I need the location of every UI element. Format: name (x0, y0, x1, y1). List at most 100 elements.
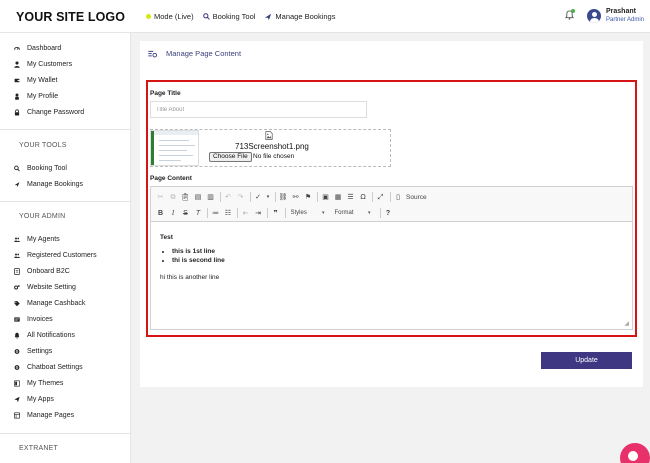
site-logo[interactable]: YOUR SITE LOGO (16, 10, 125, 24)
thumbnail-header (154, 131, 198, 135)
user-role: Partner Admin (606, 17, 645, 23)
copy-icon[interactable]: ⧉ (168, 192, 179, 203)
content-bullet-list: this is 1st line thi is second line (172, 248, 322, 266)
nav-booking-tool[interactable]: Booking Tool (202, 12, 255, 21)
mode-live-toggle[interactable]: Mode (Live) (146, 12, 194, 21)
redo-icon[interactable]: ↷ (235, 192, 246, 203)
maximize-icon[interactable]: ⤢ (375, 192, 386, 203)
sidebar-item-label: My Apps (27, 396, 54, 403)
bulleted-list-icon[interactable]: ☷ (223, 208, 234, 219)
source-button[interactable]: Source (406, 194, 427, 201)
outdent-icon[interactable]: ⇤ (240, 208, 251, 219)
sidebar-item-label: My Wallet (27, 77, 58, 84)
toolbar-row-1: ✂ ⧉ 📋︎ ▤ ▥ ↶ ↷ ✓ ▾ ⛓ ⚯ ⚑ ▣ ▦ ☰ Ω ⤢ ▯ Sou… (155, 191, 427, 203)
notifications-bell[interactable] (565, 9, 575, 22)
source-icon[interactable]: ▯ (393, 192, 404, 203)
chevron-down-icon: ▾ (321, 210, 325, 216)
user-icon (14, 61, 20, 68)
sidebar-item-dashboard[interactable]: Dashboard (14, 45, 61, 52)
sidebar-item-label: Manage Bookings (27, 181, 84, 188)
sidebar-item-label: My Profile (27, 93, 59, 100)
wallet-icon (14, 78, 20, 84)
avatar[interactable] (587, 9, 601, 23)
format-dropdown[interactable]: Format ▾ (332, 208, 374, 218)
thumbnail-line (159, 155, 193, 156)
theme-icon (14, 380, 20, 387)
remove-format-icon[interactable]: T (193, 208, 204, 219)
nav-manage-bookings[interactable]: Manage Bookings (264, 12, 335, 21)
choose-file-button[interactable]: Choose File (209, 152, 252, 162)
update-button[interactable]: Update (541, 352, 632, 369)
gear-icon (14, 365, 20, 371)
anchor-flag-icon[interactable]: ⚑ (303, 192, 314, 203)
search-icon (14, 165, 20, 172)
styles-dropdown[interactable]: Styles ▾ (288, 208, 328, 218)
sidebar-item-label: Registered Customers (27, 252, 97, 259)
image-icon[interactable]: ▣ (320, 192, 331, 203)
nav-manage-bookings-label: Manage Bookings (275, 12, 336, 21)
thumbnail-line (159, 145, 195, 146)
undo-icon[interactable]: ↶ (223, 192, 234, 203)
horizontal-line-icon[interactable]: ☰ (345, 192, 356, 203)
gears-icon (14, 285, 20, 291)
sidebar-item-invoices[interactable]: Invoices (14, 316, 53, 323)
sidebar-item-my-wallet[interactable]: My Wallet (14, 77, 57, 84)
plane-icon (14, 182, 20, 188)
bold-icon[interactable]: B (155, 208, 166, 219)
lock-icon (14, 109, 20, 116)
styles-dropdown-label: Styles (290, 210, 307, 216)
chat-widget-button[interactable] (620, 443, 650, 463)
sidebar-item-label: Onboard B2C (27, 268, 70, 275)
sidebar-item-registered-customers[interactable]: Registered Customers (14, 252, 97, 259)
special-char-icon[interactable]: Ω (358, 192, 369, 203)
paste-word-icon[interactable]: ▥ (205, 192, 216, 203)
sidebar-item-manage-cashback[interactable]: Manage Cashback (14, 300, 85, 307)
sidebar-item-website-setting[interactable]: Website Setting (14, 284, 76, 291)
sidebar-item-manage-bookings[interactable]: Manage Bookings (14, 181, 83, 188)
sidebar-item-label: Dashboard (27, 45, 62, 52)
sidebar-item-label: Manage Cashback (27, 300, 86, 307)
sidebar-item-booking-tool[interactable]: Booking Tool (14, 165, 67, 172)
numbered-list-icon[interactable]: ≔ (210, 208, 221, 219)
editor-toolbar: ✂ ⧉ 📋︎ ▤ ▥ ↶ ↷ ✓ ▾ ⛓ ⚯ ⚑ ▣ ▦ ☰ Ω ⤢ ▯ Sou… (151, 187, 632, 222)
sidebar-item-my-customers[interactable]: My Customers (14, 61, 72, 68)
chevron-down-icon[interactable]: ▾ (265, 192, 271, 203)
resize-handle-icon[interactable]: ◢ (624, 320, 629, 327)
table-icon[interactable]: ▦ (333, 192, 344, 203)
link-icon[interactable]: ⛓ (278, 192, 289, 203)
toolbar-separator (284, 208, 286, 218)
sidebar-item-all-notifications[interactable]: All Notifications (14, 332, 75, 339)
sidebar-item-my-agents[interactable]: My Agents (14, 236, 60, 243)
sidebar-item-onboard-b2c[interactable]: Onboard B2C (14, 268, 70, 275)
page-title-input[interactable] (150, 101, 367, 118)
toolbar-separator (249, 192, 251, 202)
cut-icon[interactable]: ✂ (155, 192, 166, 203)
sidebar-item-chatboat-settings[interactable]: Chatboat Settings (14, 364, 83, 371)
toolbar-separator (207, 208, 208, 218)
strikethrough-icon[interactable]: S (180, 208, 191, 219)
users-icon (14, 237, 20, 243)
dashboard-icon (14, 46, 20, 52)
toolbar-row-2: B I S T ≔ ☷ ⇤ ⇥ ❞ Styles ▾ Format ▾ ? (155, 207, 395, 219)
italic-icon[interactable]: I (168, 208, 179, 219)
paste-icon[interactable]: 📋︎ (180, 192, 191, 203)
bell-icon (14, 332, 20, 339)
sidebar-item-manage-pages[interactable]: Manage Pages (14, 412, 74, 419)
indent-icon[interactable]: ⇥ (253, 208, 264, 219)
paste-text-icon[interactable]: ▤ (193, 192, 204, 203)
thumbnail-line (159, 140, 189, 141)
user-name[interactable]: Prashant (606, 8, 636, 15)
unlink-icon[interactable]: ⚯ (290, 192, 301, 203)
sidebar-item-change-password[interactable]: Change Password (14, 109, 84, 116)
editor-content-area[interactable]: Test this is 1st line thi is second line… (160, 234, 225, 281)
help-icon[interactable]: ? (383, 208, 394, 219)
sidebar-divider (0, 433, 131, 434)
plane-icon (265, 13, 272, 20)
sidebar-item-my-themes[interactable]: My Themes (14, 380, 63, 387)
sidebar-item-label: Change Password (27, 109, 85, 116)
sidebar-item-my-apps[interactable]: My Apps (14, 396, 54, 403)
blockquote-icon[interactable]: ❞ (270, 208, 281, 219)
spellcheck-icon[interactable]: ✓ (253, 192, 264, 203)
sidebar-item-settings[interactable]: Settings (14, 348, 52, 355)
sidebar-item-my-profile[interactable]: My Profile (14, 93, 58, 100)
